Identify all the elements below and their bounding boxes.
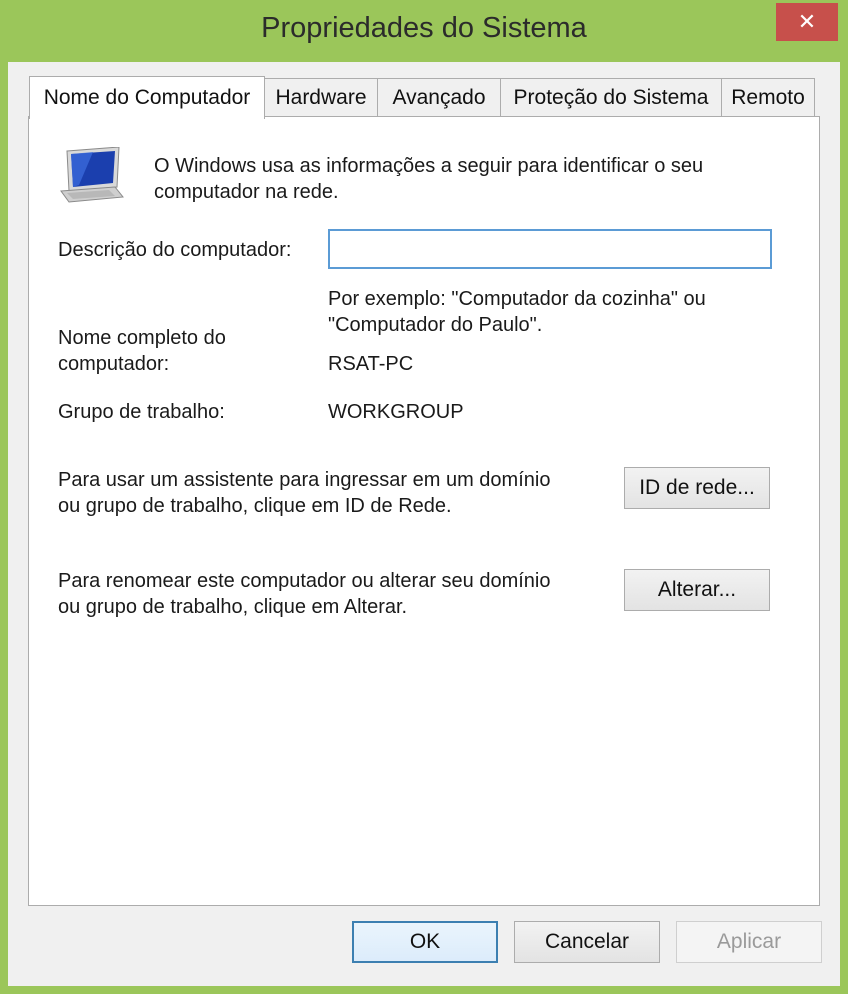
rename-text-line-2: ou grupo de trabalho, clique em Alterar.	[58, 596, 408, 618]
full-name-label-line-1: Nome completo do	[58, 327, 226, 349]
computer-monitor-icon	[60, 147, 124, 203]
rename-text-line-1: Para renomear este computador ou alterar…	[58, 570, 551, 592]
tab-system-protection[interactable]: Proteção do Sistema	[500, 78, 722, 116]
ok-button[interactable]: OK	[352, 921, 498, 963]
tab-label: Hardware	[275, 85, 367, 109]
change-button-label: Alterar...	[657, 578, 737, 601]
apply-button[interactable]: Aplicar	[676, 921, 822, 963]
change-button[interactable]: Alterar...	[624, 569, 770, 611]
network-id-text-line-1: Para usar um assistente para ingressar e…	[58, 469, 551, 491]
tab-strip: Nome do Computador Hardware Avançado Pro…	[8, 62, 840, 119]
system-properties-window: Propriedades do Sistema ✕ Nome do Comput…	[0, 0, 848, 994]
example-text-line-2: "Computador do Paulo".	[328, 314, 543, 336]
close-icon: ✕	[797, 9, 817, 35]
network-id-button[interactable]: ID de rede...	[624, 467, 770, 509]
ok-button-label: OK	[409, 930, 441, 953]
full-name-value: RSAT-PC	[328, 353, 414, 375]
apply-button-label: Aplicar	[716, 930, 782, 953]
cancel-button[interactable]: Cancelar	[514, 921, 660, 963]
description-input[interactable]	[328, 229, 772, 269]
intro-text-line-1: O Windows usa as informações a seguir pa…	[154, 155, 704, 177]
tab-hardware[interactable]: Hardware	[264, 78, 378, 116]
network-id-text-line-2: ou grupo de trabalho, clique em ID de Re…	[58, 495, 452, 517]
window-title: Propriedades do Sistema	[261, 12, 587, 44]
dialog-client-area: Nome do Computador Hardware Avançado Pro…	[8, 62, 840, 986]
example-text-line-1: Por exemplo: "Computador da cozinha" ou	[328, 288, 706, 310]
description-label: Descrição do computador:	[58, 239, 292, 261]
tab-remote[interactable]: Remoto	[721, 78, 815, 116]
workgroup-value: WORKGROUP	[328, 401, 464, 423]
computer-name-panel: O Windows usa as informações a seguir pa…	[28, 116, 820, 906]
close-button[interactable]: ✕	[776, 3, 838, 41]
tab-computer-name[interactable]: Nome do Computador	[29, 76, 265, 119]
tab-label: Nome do Computador	[43, 86, 251, 109]
cancel-button-label: Cancelar	[544, 930, 630, 953]
tab-label: Remoto	[731, 85, 805, 109]
full-name-label-line-2: computador:	[58, 353, 170, 375]
title-bar[interactable]: Propriedades do Sistema ✕	[0, 0, 848, 62]
workgroup-label: Grupo de trabalho:	[58, 401, 225, 423]
tab-label: Proteção do Sistema	[513, 85, 709, 109]
tab-advanced[interactable]: Avançado	[377, 78, 501, 116]
intro-text-line-2: computador na rede.	[154, 181, 339, 203]
network-id-button-label: ID de rede...	[639, 476, 755, 499]
tab-label: Avançado	[392, 85, 486, 109]
